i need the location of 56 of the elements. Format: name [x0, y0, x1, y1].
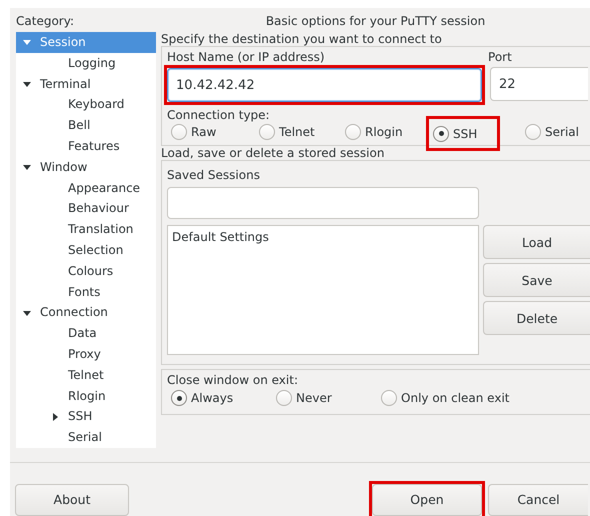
tree-item[interactable]: Window: [16, 156, 156, 178]
session-button[interactable]: Delete: [483, 301, 590, 335]
tree-item[interactable]: Features: [16, 136, 156, 157]
radio-button[interactable]: [259, 124, 276, 140]
panel-title: Basic options for your PuTTY session: [264, 13, 486, 30]
tree-item[interactable]: Connection: [16, 302, 156, 324]
radio-button[interactable]: [433, 126, 450, 142]
expanded-arrow-icon[interactable]: [22, 162, 32, 172]
group-legend: Specify the destination you want to connect to: [161, 32, 590, 46]
radio-label[interactable]: SSH: [453, 126, 478, 141]
saved-session-field[interactable]: [167, 187, 480, 219]
field-label: Host Name (or IP address): [167, 49, 326, 65]
dialog-button[interactable]: About: [15, 484, 129, 516]
category-label: Category:: [16, 13, 75, 30]
field-label: Port: [488, 49, 513, 65]
collapsed-arrow-icon[interactable]: [50, 412, 60, 422]
tree-item[interactable]: Serial: [16, 427, 156, 448]
radio-label[interactable]: Never: [296, 391, 332, 405]
tree-item[interactable]: SSH: [16, 406, 156, 428]
field-label: Close window on exit:: [167, 372, 299, 388]
radio-label[interactable]: Telnet: [279, 125, 315, 139]
radio-button[interactable]: [171, 390, 188, 406]
field-label: Saved Sessions: [167, 167, 261, 183]
group-legend: Load, save or delete a stored session: [161, 146, 590, 160]
session-button[interactable]: Save: [483, 263, 590, 297]
tree-item[interactable]: Keyboard: [16, 94, 156, 116]
tree-item[interactable]: Appearance: [16, 178, 156, 198]
tree-item[interactable]: Fonts: [16, 282, 156, 302]
tree-item[interactable]: Rlogin: [16, 386, 156, 406]
tree-item[interactable]: Bell: [16, 115, 156, 136]
field-label: Connection type:: [167, 107, 271, 123]
radio-label[interactable]: Only on clean exit: [401, 391, 510, 405]
radio-label[interactable]: Always: [191, 391, 234, 405]
radio-button[interactable]: [171, 124, 188, 140]
radio-button[interactable]: [381, 390, 398, 406]
session-button[interactable]: Load: [483, 225, 590, 259]
saved-session-entry[interactable]: Default Settings: [172, 228, 474, 246]
tree-item[interactable]: Logging: [16, 52, 156, 74]
radio-label[interactable]: Serial: [545, 125, 579, 139]
tree-item[interactable]: Terminal: [16, 74, 156, 94]
radio-label[interactable]: Rlogin: [365, 125, 403, 139]
radio-label[interactable]: Raw: [191, 125, 216, 139]
radio-button[interactable]: [525, 124, 542, 140]
port-field[interactable]: 22: [490, 67, 588, 101]
tree-item[interactable]: Telnet: [16, 364, 156, 386]
tree-item[interactable]: Colours: [16, 260, 156, 282]
radio-button[interactable]: [276, 390, 292, 406]
dialog-button[interactable]: Cancel: [488, 484, 588, 516]
tree-item[interactable]: Behaviour: [16, 198, 156, 220]
host-name-field[interactable]: 10.42.42.42: [167, 68, 482, 102]
radio-button[interactable]: [345, 124, 362, 140]
tree-item[interactable]: Translation: [16, 219, 156, 240]
dialog-button[interactable]: Open: [372, 484, 482, 516]
tree-item[interactable]: Proxy: [16, 344, 156, 365]
tree-item[interactable]: Selection: [16, 240, 156, 261]
tree-item[interactable]: Data: [16, 323, 156, 344]
